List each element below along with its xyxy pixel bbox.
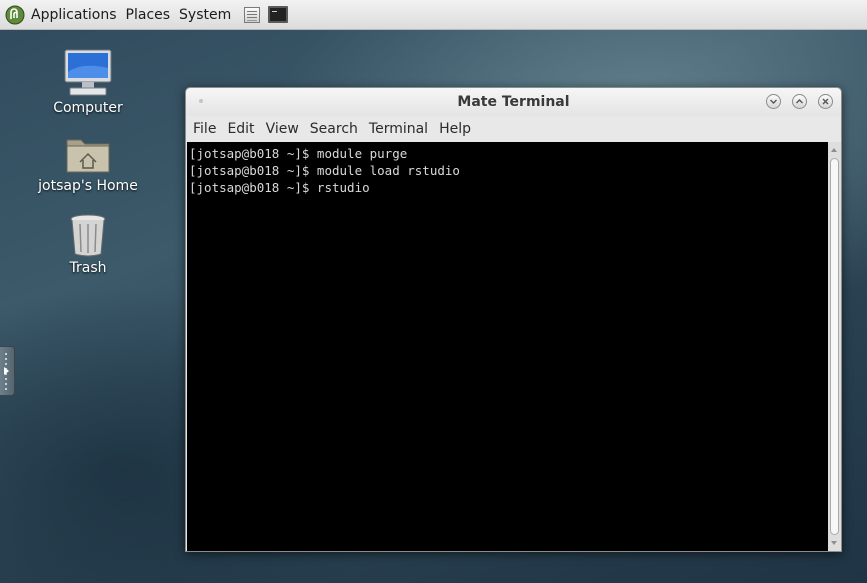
scrollbar-thumb[interactable]	[830, 158, 839, 535]
desktop-icon-trash[interactable]: Trash	[28, 212, 148, 276]
window-title: Mate Terminal	[457, 94, 570, 110]
menu-system[interactable]: System	[179, 7, 231, 23]
terminal-output[interactable]: [jotsap@b018 ~]$ module purge [jotsap@b0…	[187, 142, 828, 551]
side-panel-handle[interactable]	[0, 346, 15, 396]
menu-places[interactable]: Places	[126, 7, 171, 23]
desktop-icon-home[interactable]: jotsap's Home	[28, 132, 148, 194]
menu-applications[interactable]: Applications	[31, 7, 117, 23]
terminal-line: [jotsap@b018 ~]$ module purge	[189, 146, 408, 161]
home-folder-icon	[66, 139, 110, 173]
mate-logo-icon[interactable]	[5, 5, 25, 25]
chevron-up-icon	[796, 99, 803, 104]
terminal-scrollbar[interactable]	[828, 142, 841, 551]
scroll-up-icon[interactable]	[831, 148, 837, 152]
menu-help[interactable]: Help	[439, 121, 471, 137]
trash-icon	[70, 214, 106, 257]
menu-edit[interactable]: Edit	[227, 121, 254, 137]
notes-launcher-icon[interactable]	[244, 6, 261, 23]
terminal-window: Mate Terminal File Edit View Search Term…	[185, 87, 842, 552]
minimize-button[interactable]	[766, 94, 781, 109]
menu-file[interactable]: File	[193, 121, 216, 137]
maximize-button[interactable]	[792, 94, 807, 109]
menu-terminal[interactable]: Terminal	[369, 121, 428, 137]
expand-arrow-icon	[4, 367, 9, 375]
close-icon	[822, 98, 829, 105]
top-panel: Applications Places System	[0, 0, 867, 30]
menu-view[interactable]: View	[266, 121, 299, 137]
terminal-launcher-icon[interactable]	[268, 6, 289, 23]
terminal-line: [jotsap@b018 ~]$ module load rstudio	[189, 163, 460, 178]
chevron-down-icon	[770, 99, 777, 104]
desktop-icon-label: jotsap's Home	[38, 178, 138, 194]
menu-search[interactable]: Search	[310, 121, 358, 137]
desktop-icon-computer[interactable]: Computer	[28, 48, 148, 116]
close-button[interactable]	[818, 94, 833, 109]
scroll-down-icon[interactable]	[831, 541, 837, 545]
window-titlebar[interactable]: Mate Terminal	[186, 88, 841, 116]
terminal-line: [jotsap@b018 ~]$ rstudio	[189, 180, 370, 195]
desktop-icon-label: Computer	[53, 100, 123, 116]
window-menubar: File Edit View Search Terminal Help	[186, 116, 841, 142]
computer-icon	[64, 49, 112, 96]
desktop-icon-label: Trash	[69, 260, 107, 276]
